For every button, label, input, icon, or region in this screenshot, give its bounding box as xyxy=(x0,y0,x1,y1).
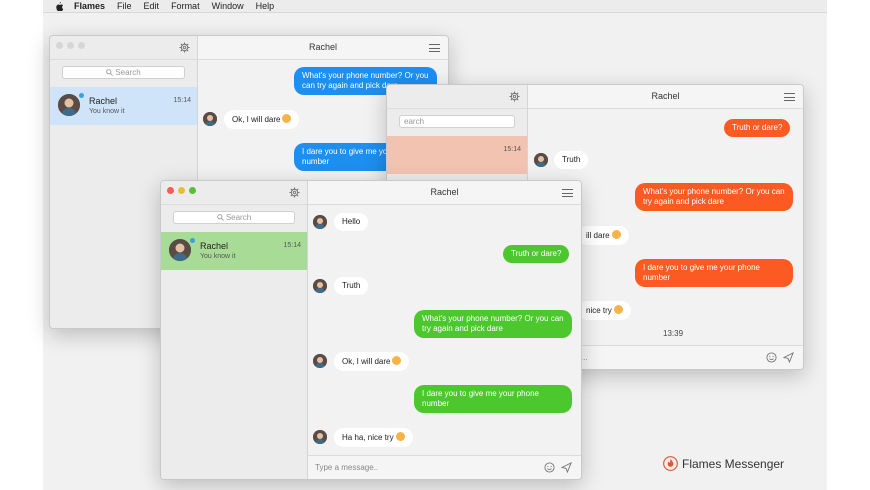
gear-icon[interactable] xyxy=(509,91,520,102)
menu-icon[interactable] xyxy=(429,44,440,52)
contact-preview: You know it xyxy=(89,108,125,115)
minimize-button[interactable] xyxy=(178,187,185,194)
message-bubble-incoming: Truth xyxy=(334,277,369,295)
window-controls[interactable] xyxy=(56,42,85,49)
middle-sidebar-toolbar xyxy=(387,85,527,109)
avatar xyxy=(203,112,217,126)
menu-edit[interactable]: Edit xyxy=(144,0,160,12)
message-bubble-outgoing: Truth or dare? xyxy=(503,245,570,263)
search-placeholder: Search xyxy=(115,68,141,77)
send-icon[interactable] xyxy=(783,352,794,363)
avatar xyxy=(169,239,191,261)
emoji-icon xyxy=(613,305,623,314)
front-sidebar-toolbar xyxy=(161,181,307,205)
contact-preview: You know it xyxy=(200,253,236,260)
avatar xyxy=(313,430,327,444)
message-timestamp: 13:39 xyxy=(663,329,684,338)
front-chat-header: Rachel xyxy=(308,181,581,205)
avatar xyxy=(58,94,80,116)
contact-time: 15:14 xyxy=(503,146,521,153)
online-indicator xyxy=(79,93,84,98)
menu-app-name[interactable]: Flames xyxy=(74,0,105,12)
menu-help[interactable]: Help xyxy=(256,0,275,12)
smile-icon[interactable] xyxy=(544,462,555,473)
message-bubble-outgoing: I dare you to give me your phone number xyxy=(635,259,793,287)
front-chat-pane: Rachel Hello Truth or dare? Truth What's… xyxy=(308,181,581,479)
menu-icon[interactable] xyxy=(562,189,573,197)
contact-name: Rachel xyxy=(89,96,118,106)
message-composer[interactable]: Type a message.. xyxy=(308,455,581,479)
message-text: Ok, I will dare xyxy=(342,357,391,366)
search-input[interactable]: Search xyxy=(173,211,295,224)
middle-chat-header: Rachel xyxy=(528,85,803,109)
front-sidebar: Search Rachel You know it 15:14 xyxy=(161,181,308,479)
apple-icon[interactable] xyxy=(55,1,64,11)
message-bubble-outgoing: I dare you to give me your phone number xyxy=(414,385,572,413)
message-bubble-incoming: Ok, I will dare xyxy=(224,110,300,129)
emoji-icon xyxy=(392,356,402,365)
message-bubble-outgoing: Truth or dare? xyxy=(724,119,791,137)
message-text: Ok, I will dare xyxy=(232,115,281,124)
close-button[interactable] xyxy=(167,187,174,194)
message-bubble-outgoing: What's your phone number? Or you can try… xyxy=(635,183,793,211)
avatar xyxy=(534,153,548,167)
message-text: ill dare xyxy=(586,231,610,240)
message-bubble-incoming: Truth xyxy=(554,151,589,169)
message-bubble-incoming: nice try xyxy=(578,301,631,320)
zoom-button[interactable] xyxy=(189,187,196,194)
menu-bar: Flames File Edit Format Window Help xyxy=(43,0,827,13)
brand-name: Flames Messenger xyxy=(682,456,785,471)
avatar xyxy=(313,354,327,368)
back-sidebar-toolbar xyxy=(50,36,197,60)
message-bubble-incoming: Ha ha, nice try xyxy=(334,428,413,447)
composer-placeholder: Type a message.. xyxy=(315,463,379,472)
search-input[interactable]: earch xyxy=(399,115,515,128)
avatar xyxy=(313,215,327,229)
avatar xyxy=(313,279,327,293)
contact-time: 15:14 xyxy=(173,97,191,104)
menu-file[interactable]: File xyxy=(117,0,132,12)
chat-title: Rachel xyxy=(308,42,337,52)
back-chat-header: Rachel xyxy=(198,36,448,60)
gear-icon[interactable] xyxy=(289,187,300,198)
chat-title: Rachel xyxy=(430,187,459,197)
search-placeholder-partial: earch xyxy=(404,117,425,126)
message-bubble-incoming: Ok, I will dare xyxy=(334,352,410,371)
search-placeholder: Search xyxy=(225,213,252,222)
message-bubble-incoming: ill dare xyxy=(578,226,629,245)
emoji-icon xyxy=(282,114,292,123)
branding: Flames Messenger xyxy=(663,456,784,471)
message-text: Ha ha, nice try xyxy=(342,433,394,442)
emoji-icon xyxy=(395,432,405,441)
message-bubble-outgoing: What's your phone number? Or you can try… xyxy=(414,310,572,338)
search-icon xyxy=(106,69,114,76)
search-icon xyxy=(217,214,224,221)
contact-row-rachel[interactable]: Rachel You know it 15:14 xyxy=(161,232,307,270)
send-icon[interactable] xyxy=(561,462,572,473)
message-text: nice try xyxy=(586,306,612,315)
gear-icon[interactable] xyxy=(179,42,190,53)
emoji-icon xyxy=(611,230,621,239)
menu-icon[interactable] xyxy=(784,93,795,101)
menu-format[interactable]: Format xyxy=(171,0,200,12)
contact-time: 15:14 xyxy=(283,242,301,249)
online-indicator xyxy=(190,238,195,243)
window-controls[interactable] xyxy=(167,187,196,194)
front-window: Search Rachel You know it 15:14 Rachel H… xyxy=(160,180,582,480)
search-input[interactable]: Search xyxy=(62,66,185,79)
contact-row-rachel[interactable]: Rachel You know it 15:14 xyxy=(50,87,197,125)
contact-name: Rachel xyxy=(200,241,229,251)
message-bubble-incoming: Hello xyxy=(334,213,369,231)
chat-title: Rachel xyxy=(651,91,680,101)
menu-window[interactable]: Window xyxy=(212,0,244,12)
smile-icon[interactable] xyxy=(766,352,777,363)
contact-row-rachel[interactable]: 15:14 xyxy=(387,136,527,174)
flame-logo-icon xyxy=(663,456,678,471)
